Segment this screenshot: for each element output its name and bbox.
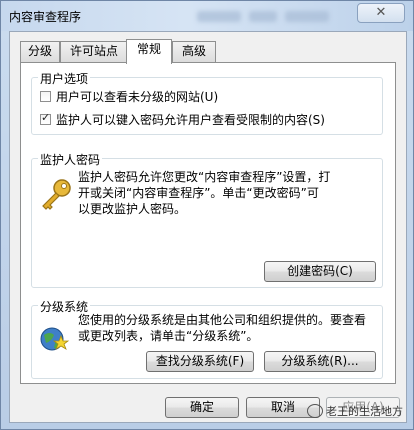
supervisor-password-title: 监护人密码	[38, 151, 103, 168]
supervisor-password-description: 监护人密码允许您更改“内容审查程序”设置，打 开或关闭“内容审查程序”。单击“更…	[78, 169, 378, 217]
title-bar[interactable]: 内容审查程序 ✕	[1, 1, 413, 31]
general-tab-panel: 用户选项 用户可以查看未分级的网站(U) 监护人可以键入密码允许用户查看受限制的…	[20, 62, 396, 384]
blurred-title-text	[249, 11, 277, 22]
description-line: 监护人密码允许您更改“内容审查程序”设置，打	[78, 170, 331, 184]
key-icon	[42, 179, 71, 210]
rating-systems-button[interactable]: 分级系统(R)...	[264, 351, 376, 372]
unrated-sites-label: 用户可以查看未分级的网站(U)	[56, 90, 219, 104]
description-line: 或更改列表，请单击“分级系统”。	[78, 329, 259, 343]
ok-button[interactable]: 确定	[165, 397, 239, 418]
tab-general[interactable]: 常规	[126, 39, 172, 64]
blurred-title-text	[197, 11, 241, 22]
dialog-client-area: 分级 许可站点 常规 高级 用户选项 用户可以查看未分级的网站(U) 监护人可以…	[9, 31, 407, 423]
description-line: 您使用的分级系统是由其他公司和组织提供的。要查看	[78, 313, 367, 327]
create-password-button[interactable]: 创建密码(C)	[264, 261, 376, 282]
close-icon: ✕	[375, 5, 387, 20]
unrated-sites-option[interactable]: 用户可以查看未分级的网站(U)	[40, 88, 218, 105]
tab-advanced[interactable]: 高级	[172, 41, 216, 62]
unrated-sites-checkbox[interactable]	[40, 91, 51, 102]
find-rating-systems-button[interactable]: 查找分级系统(F)	[146, 351, 254, 372]
user-options-group: 用户选项 用户可以查看未分级的网站(U) 监护人可以键入密码允许用户查看受限制的…	[31, 70, 383, 135]
description-line: 以更改监护人密码。	[78, 202, 187, 216]
tab-ratings[interactable]: 分级	[20, 41, 60, 62]
watermark-text: 老王的生活地方	[326, 405, 403, 418]
supervisor-override-checkbox[interactable]	[40, 111, 51, 125]
supervisor-password-group: 监护人密码 监护人密码允许您更改“内容审查程序”设置，打 开或关闭“内容审查程序…	[31, 151, 383, 288]
blurred-title-text	[285, 11, 329, 22]
supervisor-override-option[interactable]: 监护人可以键入密码允许用户查看受限制的内容(S)	[40, 111, 325, 128]
tab-approved-sites[interactable]: 许可站点	[60, 41, 128, 62]
rating-systems-description: 您使用的分级系统是由其他公司和组织提供的。要查看 或更改列表，请单击“分级系统”…	[78, 312, 378, 344]
supervisor-override-label: 监护人可以键入密码允许用户查看受限制的内容(S)	[56, 113, 325, 127]
user-options-title: 用户选项	[38, 70, 91, 87]
window-title: 内容审查程序	[9, 10, 82, 24]
rating-system-icon	[40, 327, 70, 351]
content-advisor-window: 内容审查程序 ✕ 分级 许可站点 常规 高级 用户选项 用户可以查看未分级的网站…	[0, 0, 414, 430]
description-line: 开或关闭“内容审查程序”。单击“更改密码”可	[78, 186, 319, 200]
watermark: 老王的生活地方	[307, 403, 403, 419]
close-button[interactable]: ✕	[357, 3, 405, 23]
watermark-icon	[307, 404, 323, 418]
rating-systems-group: 分级系统 您使用的分级系统是由其他公司和组织提供的。要查看 或更改列表，请单击“…	[31, 298, 383, 379]
